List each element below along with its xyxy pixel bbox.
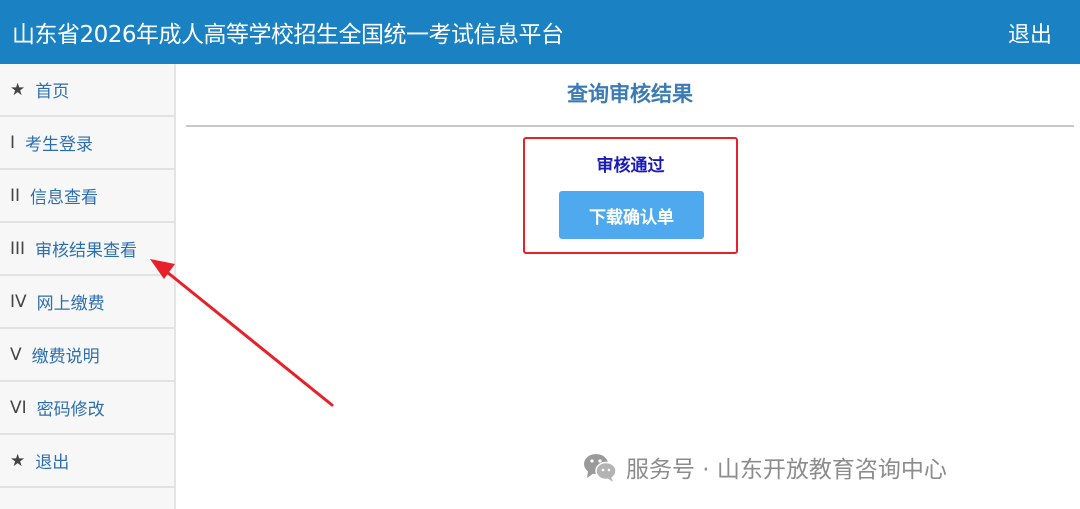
sidebar-item-label: 网上缴费 xyxy=(36,294,105,314)
sidebar-item-number: III xyxy=(10,238,26,259)
sidebar-item-number: II xyxy=(10,185,21,206)
main-content: 查询审核结果 xyxy=(186,64,1074,509)
sidebar-item-label: 密码修改 xyxy=(36,400,105,420)
sidebar-item-label: 缴费说明 xyxy=(31,347,100,367)
sidebar-item-label: 退出 xyxy=(35,453,70,473)
sidebar-item-info[interactable]: II 信息查看 xyxy=(0,170,174,223)
sidebar-item-number: I xyxy=(10,132,16,153)
star-icon: ★ xyxy=(10,450,26,471)
download-confirmation-button[interactable]: 下载确认单 xyxy=(559,191,704,239)
sidebar-item-logout[interactable]: ★ 退出 xyxy=(0,435,174,488)
sidebar-item-number: V xyxy=(10,344,22,365)
sidebar-item-label: 信息查看 xyxy=(30,188,99,208)
star-icon: ★ xyxy=(10,79,26,100)
app-header: 山东省2026年成人高等学校招生全国统一考试信息平台 退出 xyxy=(0,0,1080,64)
sidebar-item-change-password[interactable]: VI 密码修改 xyxy=(0,382,174,435)
sidebar-item-number: VI xyxy=(10,397,27,418)
review-result-box: 审核通过 下载确认单 xyxy=(523,137,738,254)
sidebar-item-review-result[interactable]: III 审核结果查看 xyxy=(0,223,174,276)
watermark: 服务号 · 山东开放教育咨询中心 xyxy=(582,449,947,485)
sidebar-item-label: 考生登录 xyxy=(25,135,94,155)
sidebar-item-login[interactable]: I 考生登录 xyxy=(0,117,174,170)
title-divider xyxy=(186,125,1074,127)
wechat-icon xyxy=(584,454,617,482)
sidebar-item-label: 首页 xyxy=(35,82,70,102)
watermark-text: 服务号 · 山东开放教育咨询中心 xyxy=(626,457,947,483)
site-title: 山东省2026年成人高等学校招生全国统一考试信息平台 xyxy=(12,22,564,48)
sidebar-item-payment-notes[interactable]: V 缴费说明 xyxy=(0,329,174,382)
sidebar-item-home[interactable]: ★ 首页 xyxy=(0,64,174,117)
sidebar-item-number: IV xyxy=(10,291,27,312)
review-status-text: 审核通过 xyxy=(596,156,665,176)
sidebar-item-online-payment[interactable]: IV 网上缴费 xyxy=(0,276,174,329)
page-title: 查询审核结果 xyxy=(567,82,693,106)
sidebar: ★ 首页 I 考生登录 II 信息查看 III 审核结果查看 IV 网上缴费 V… xyxy=(0,64,176,509)
sidebar-item-label: 审核结果查看 xyxy=(35,241,138,261)
header-logout-link[interactable]: 退出 xyxy=(1008,17,1052,49)
